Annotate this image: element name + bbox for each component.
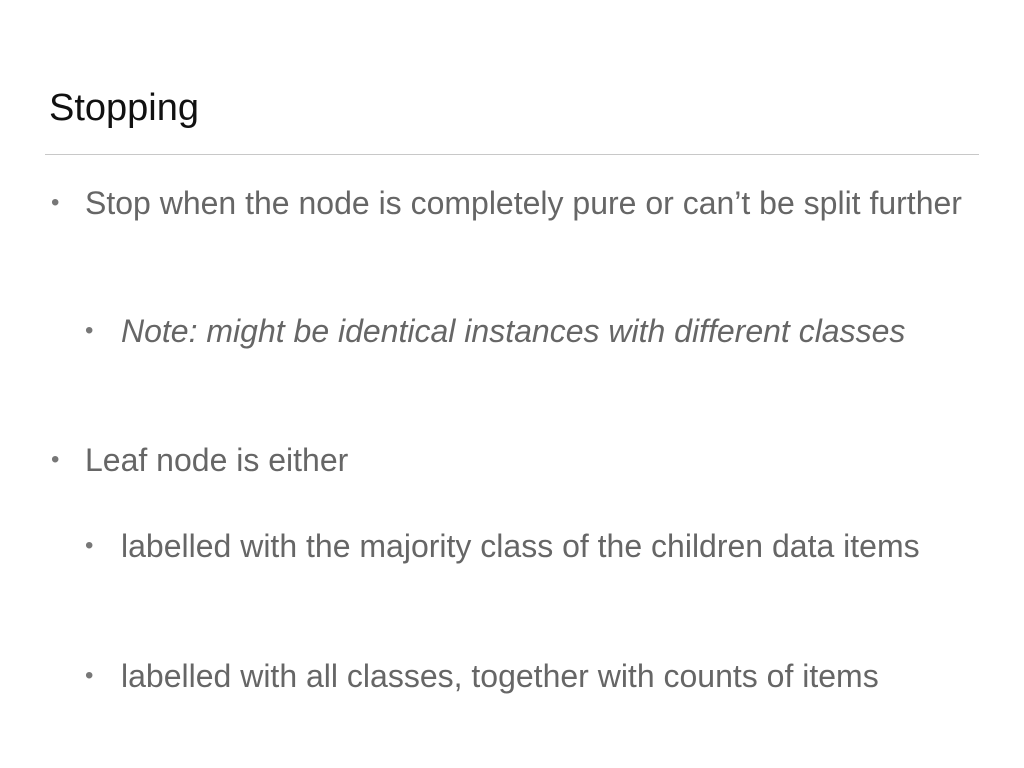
bullet-marker: • xyxy=(51,446,60,473)
bullet-marker: • xyxy=(85,662,94,689)
bullet-marker: • xyxy=(51,189,60,216)
bullet-stop-condition: • Stop when the node is completely pure … xyxy=(51,181,985,225)
slide: Stopping • Stop when the node is complet… xyxy=(0,0,1024,768)
bullet-text: Stop when the node is completely pure or… xyxy=(85,185,962,221)
bullet-text: labelled with all classes, together with… xyxy=(121,658,879,694)
bullet-note: • Note: might be identical instances wit… xyxy=(85,309,971,353)
bullet-text: Note: might be identical instances with … xyxy=(121,313,906,349)
bullet-marker: • xyxy=(85,317,94,344)
bullet-marker: • xyxy=(85,532,94,559)
bullet-majority-class: • labelled with the majority class of th… xyxy=(85,524,971,568)
bullet-all-classes: • labelled with all classes, together wi… xyxy=(85,654,971,698)
bullet-text: labelled with the majority class of the … xyxy=(121,528,920,564)
title-divider xyxy=(45,154,979,155)
bullet-text: Leaf node is either xyxy=(85,442,349,478)
slide-title: Stopping xyxy=(49,87,200,129)
bullet-leaf-node: • Leaf node is either xyxy=(51,438,985,482)
